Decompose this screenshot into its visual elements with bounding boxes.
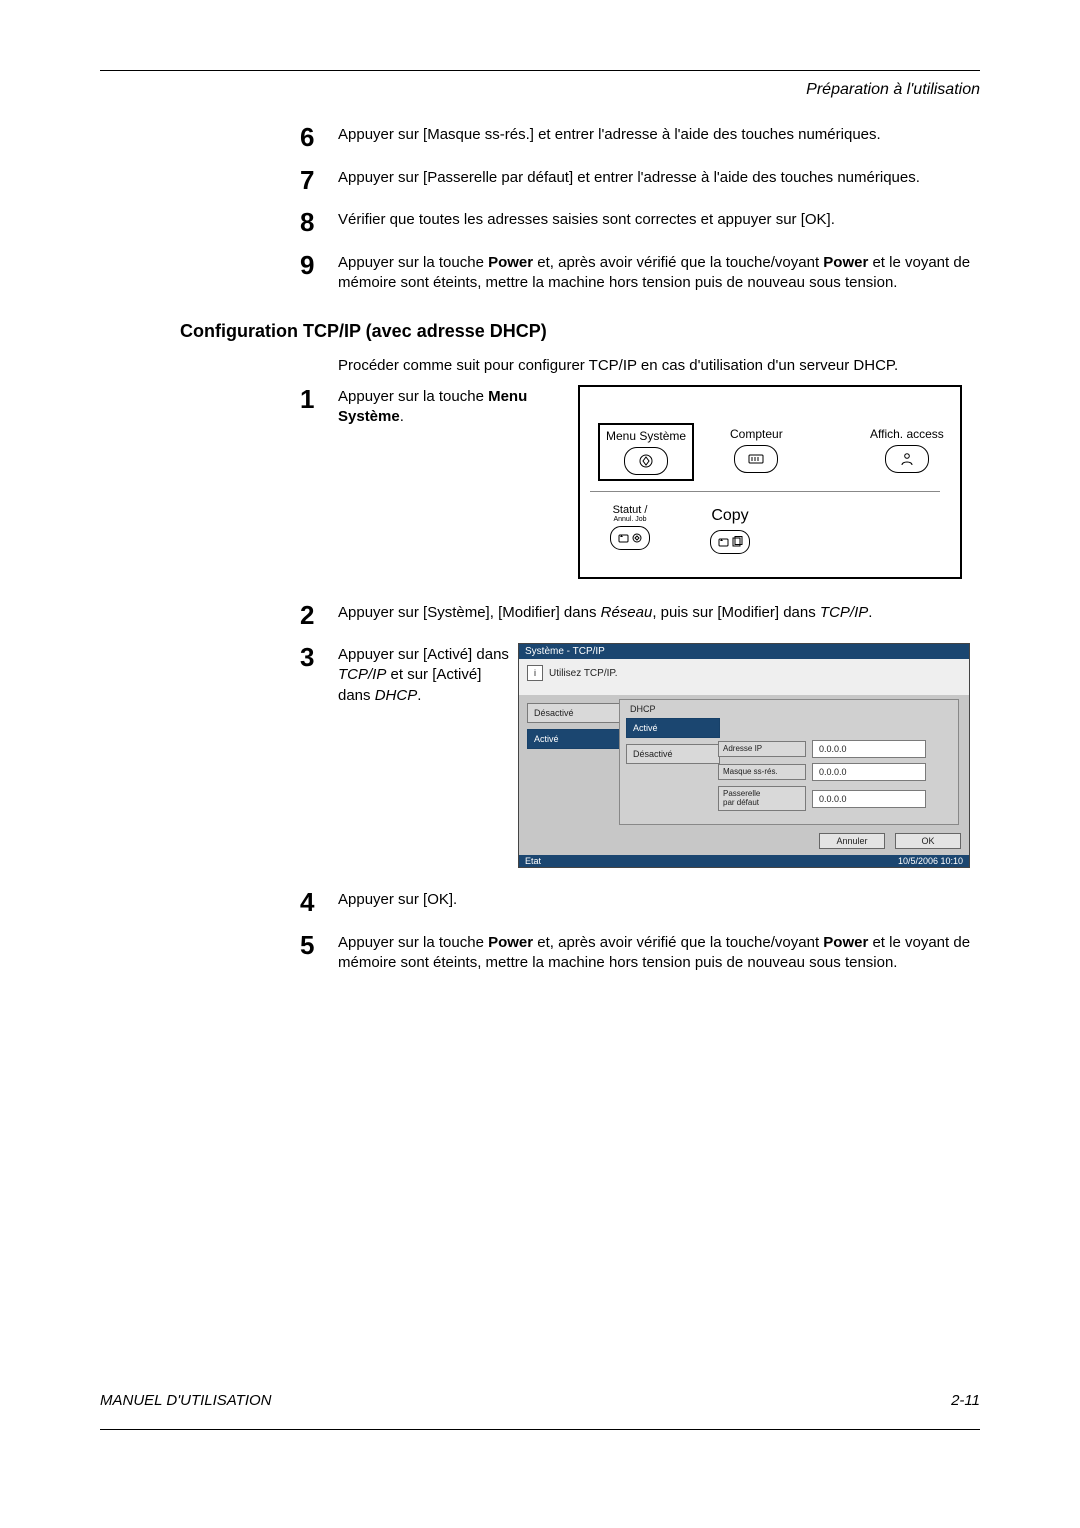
step-number: 9 bbox=[300, 251, 338, 294]
step-7: 7 Appuyer sur [Passerelle par défaut] et… bbox=[300, 166, 980, 195]
gateway-button[interactable]: Passerellepar défaut bbox=[718, 786, 806, 811]
ip-address-value: 0.0.0.0 bbox=[812, 740, 926, 758]
step-5: 5 Appuyer sur la touche Power et, après … bbox=[300, 931, 980, 974]
tcpip-active-button[interactable]: Activé bbox=[527, 729, 629, 749]
key-label: Menu Système bbox=[606, 429, 686, 443]
compteur-button-icon bbox=[734, 445, 778, 473]
subnet-mask-button[interactable]: Masque ss-rés. bbox=[718, 764, 806, 780]
touchscreen-illustration: Système - TCP/IP i Utilisez TCP/IP. Désa… bbox=[518, 643, 970, 868]
copy-label: Copy bbox=[710, 507, 750, 525]
step-1: 1 Appuyer sur la touche Menu Système. Me… bbox=[300, 385, 980, 579]
italic-tcpip: TCP/IP bbox=[338, 666, 386, 683]
status-datetime: 10/5/2006 10:10 bbox=[898, 856, 963, 866]
step-number: 7 bbox=[300, 166, 338, 195]
step-text: Appuyer sur [Système], [Modifier] dans R… bbox=[338, 601, 872, 630]
gateway-value: 0.0.0.0 bbox=[812, 790, 926, 808]
menu-systeme-key: Menu Système bbox=[598, 423, 694, 481]
section-title-dhcp: Configuration TCP/IP (avec adresse DHCP) bbox=[180, 321, 980, 342]
text: Appuyer sur [Système], [Modifier] dans bbox=[338, 604, 601, 621]
dhcp-toggle-column: Activé Désactivé bbox=[626, 718, 718, 816]
screen-title: Système - TCP/IP bbox=[519, 644, 969, 659]
info-icon: i bbox=[527, 665, 543, 681]
text: . bbox=[868, 604, 872, 621]
text: Annul. Job bbox=[610, 516, 650, 523]
tcpip-desactive-button[interactable]: Désactivé bbox=[527, 703, 629, 723]
ok-button[interactable]: OK bbox=[895, 833, 961, 849]
address-fields: Adresse IP 0.0.0.0 Masque ss-rés. 0.0.0.… bbox=[718, 718, 952, 816]
info-banner: i Utilisez TCP/IP. bbox=[519, 659, 969, 695]
key-label: Compteur bbox=[730, 427, 783, 441]
text: et, après avoir vérifié que la touche/vo… bbox=[533, 934, 823, 951]
footer-manual-title: MANUEL D'UTILISATION bbox=[100, 1392, 272, 1409]
step-3: 3 Appuyer sur [Activé] dans TCP/IP et su… bbox=[300, 643, 980, 868]
footer-page-number: 2-11 bbox=[951, 1392, 980, 1409]
screen-body: Désactivé Activé DHCP Activé Désactivé bbox=[519, 695, 969, 855]
step-number: 8 bbox=[300, 208, 338, 237]
step-number: 4 bbox=[300, 888, 338, 917]
subnet-mask-value: 0.0.0.0 bbox=[812, 763, 926, 781]
bold-power: Power bbox=[488, 254, 533, 271]
status-label: Etat bbox=[525, 856, 541, 866]
step-text: Appuyer sur [OK]. bbox=[338, 888, 457, 917]
info-text: Utilisez TCP/IP. bbox=[549, 668, 618, 679]
text: et, après avoir vérifié que la touche/vo… bbox=[533, 254, 823, 271]
text: par défaut bbox=[723, 798, 759, 807]
step-text: Appuyer sur la touche Power et, après av… bbox=[338, 251, 980, 294]
page-header-section: Préparation à l'utilisation bbox=[100, 81, 980, 99]
affich-access-button-icon bbox=[885, 445, 929, 473]
text: , puis sur [Modifier] dans bbox=[652, 604, 820, 621]
key-label: Affich. access bbox=[870, 427, 944, 441]
step-2: 2 Appuyer sur [Système], [Modifier] dans… bbox=[300, 601, 980, 630]
dhcp-desactive-button[interactable]: Désactivé bbox=[626, 744, 720, 764]
step-text: Appuyer sur la touche Menu Système. bbox=[338, 385, 528, 428]
text: Appuyer sur la touche bbox=[338, 254, 488, 271]
step-number: 2 bbox=[300, 601, 338, 630]
step-text: Appuyer sur la touche Power et, après av… bbox=[338, 931, 980, 974]
menu-systeme-button-icon bbox=[624, 447, 668, 475]
step-number: 5 bbox=[300, 931, 338, 974]
step-text: Appuyer sur [Masque ss-rés.] et entrer l… bbox=[338, 123, 881, 152]
text: Statut / bbox=[613, 504, 648, 516]
dhcp-panel: DHCP Activé Désactivé Adresse IP 0.0.0.0 bbox=[619, 699, 959, 825]
dhcp-active-button[interactable]: Activé bbox=[626, 718, 720, 738]
text: . bbox=[417, 687, 421, 704]
step-8: 8 Vérifier que toutes les adresses saisi… bbox=[300, 208, 980, 237]
statut-button-icon bbox=[610, 526, 650, 550]
step-text: Appuyer sur [Activé] dans TCP/IP et sur … bbox=[338, 643, 518, 706]
text: . bbox=[400, 408, 404, 425]
text: Appuyer sur la touche bbox=[338, 934, 488, 951]
italic-reseau: Réseau bbox=[601, 604, 653, 621]
section-intro: Procéder comme suit pour configurer TCP/… bbox=[338, 356, 980, 376]
step-9: 9 Appuyer sur la touche Power et, après … bbox=[300, 251, 980, 294]
step-text: Appuyer sur [Passerelle par défaut] et e… bbox=[338, 166, 920, 195]
bold-power: Power bbox=[823, 254, 868, 271]
copy-button-icon bbox=[710, 530, 750, 554]
bold-power: Power bbox=[488, 934, 533, 951]
italic-tcpip: TCP/IP bbox=[820, 604, 868, 621]
ip-address-button[interactable]: Adresse IP bbox=[718, 741, 806, 757]
control-panel-illustration: Menu Système Compteur Affich. a bbox=[578, 385, 962, 579]
statut-label: Statut / Annul. Job bbox=[610, 505, 650, 523]
dhcp-label: DHCP bbox=[630, 704, 952, 714]
step-4: 4 Appuyer sur [OK]. bbox=[300, 888, 980, 917]
step-text: Vérifier que toutes les adresses saisies… bbox=[338, 208, 835, 237]
italic-dhcp: DHCP bbox=[375, 687, 418, 704]
step-6: 6 Appuyer sur [Masque ss-rés.] et entrer… bbox=[300, 123, 980, 152]
page-footer: MANUEL D'UTILISATION 2-11 bbox=[100, 1392, 980, 1409]
tcpip-toggle-column: Désactivé Activé bbox=[527, 703, 617, 755]
step-number: 1 bbox=[300, 385, 338, 414]
text: Appuyer sur la touche bbox=[338, 388, 488, 405]
cancel-button[interactable]: Annuler bbox=[819, 833, 885, 849]
status-bar: Etat 10/5/2006 10:10 bbox=[519, 855, 969, 867]
text: Appuyer sur [Activé] dans bbox=[338, 646, 509, 663]
step-number: 3 bbox=[300, 643, 338, 672]
step-number: 6 bbox=[300, 123, 338, 152]
bold-power: Power bbox=[823, 934, 868, 951]
